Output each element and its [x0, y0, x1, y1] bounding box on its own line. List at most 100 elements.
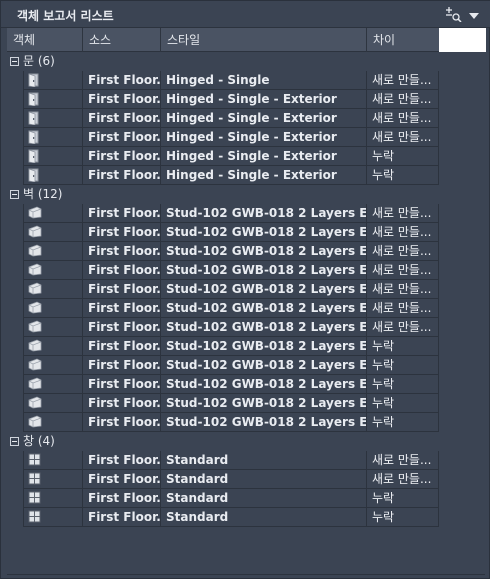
source-cell[interactable]: First Floor...	[83, 166, 161, 185]
object-cell[interactable]	[23, 147, 83, 166]
difference-cell[interactable]: 누락	[367, 147, 439, 166]
object-cell[interactable]	[23, 470, 83, 489]
group-header[interactable]: 벽 (12)	[7, 185, 439, 204]
column-header-source[interactable]: 소스	[83, 28, 161, 52]
source-cell[interactable]: First Floor...	[83, 394, 161, 413]
style-cell[interactable]: Stud-102 GWB-018 2 Layers Ea...	[161, 261, 367, 280]
difference-cell[interactable]: 새로 만들...	[367, 451, 439, 470]
difference-cell[interactable]: 누락	[367, 413, 439, 432]
object-cell[interactable]	[23, 356, 83, 375]
table-row[interactable]: First Floor...Standard누락	[7, 489, 439, 508]
style-cell[interactable]: Stud-102 GWB-018 2 Layers Ea...	[161, 280, 367, 299]
difference-cell[interactable]: 새로 만들...	[367, 280, 439, 299]
style-cell[interactable]: Hinged - Single - Exterior	[161, 147, 367, 166]
source-cell[interactable]: First Floor...	[83, 451, 161, 470]
source-cell[interactable]: First Floor...	[83, 261, 161, 280]
style-cell[interactable]: Stud-102 GWB-018 2 Layers Ea...	[161, 318, 367, 337]
difference-cell[interactable]: 새로 만들...	[367, 128, 439, 147]
table-row[interactable]: First Floor...Hinged - Single - Exterior…	[7, 128, 439, 147]
style-cell[interactable]: Hinged - Single - Exterior	[161, 166, 367, 185]
style-cell[interactable]: Stud-102 GWB-018 2 Layers Ea...	[161, 299, 367, 318]
difference-cell[interactable]: 새로 만들...	[367, 318, 439, 337]
collapse-toggle-icon[interactable]	[10, 57, 19, 66]
table-row[interactable]: First Floor...Standard새로 만들...	[7, 470, 439, 489]
source-cell[interactable]: First Floor...	[83, 109, 161, 128]
table-row[interactable]: First Floor...Stud-102 GWB-018 2 Layers …	[7, 242, 439, 261]
style-cell[interactable]: Stud-102 GWB-018 2 Layers Ea...	[161, 394, 367, 413]
style-cell[interactable]: Standard	[161, 508, 367, 527]
table-row[interactable]: First Floor...Stud-102 GWB-018 2 Layers …	[7, 394, 439, 413]
style-cell[interactable]: Stud-102 GWB-018 2 Layers Ea...	[161, 242, 367, 261]
difference-cell[interactable]: 새로 만들...	[367, 470, 439, 489]
table-row[interactable]: First Floor...Standard새로 만들...	[7, 451, 439, 470]
object-cell[interactable]	[23, 318, 83, 337]
source-cell[interactable]: First Floor...	[83, 508, 161, 527]
source-cell[interactable]: First Floor...	[83, 337, 161, 356]
style-cell[interactable]: Stud-102 GWB-018 2 Layers Ea...	[161, 223, 367, 242]
table-row[interactable]: First Floor...Stud-102 GWB-018 2 Layers …	[7, 413, 439, 432]
style-cell[interactable]: Stud-102 GWB-018 2 Layers Ea...	[161, 356, 367, 375]
source-cell[interactable]: First Floor...	[83, 489, 161, 508]
object-cell[interactable]	[23, 299, 83, 318]
difference-cell[interactable]: 새로 만들...	[367, 204, 439, 223]
style-cell[interactable]: Stud-102 GWB-018 2 Layers Ea...	[161, 375, 367, 394]
object-cell[interactable]	[23, 109, 83, 128]
difference-cell[interactable]: 새로 만들...	[367, 261, 439, 280]
difference-cell[interactable]: 새로 만들...	[367, 242, 439, 261]
difference-cell[interactable]: 새로 만들...	[367, 90, 439, 109]
source-cell[interactable]: First Floor...	[83, 223, 161, 242]
table-row[interactable]: First Floor...Standard누락	[7, 508, 439, 527]
object-cell[interactable]	[23, 280, 83, 299]
source-cell[interactable]: First Floor...	[83, 90, 161, 109]
group-header[interactable]: 창 (4)	[7, 432, 439, 451]
column-header-difference[interactable]: 차이	[367, 28, 439, 52]
table-row[interactable]: First Floor...Hinged - Single - Exterior…	[7, 109, 439, 128]
style-cell[interactable]: Stud-102 GWB-018 2 Layers Ea...	[161, 413, 367, 432]
column-header-style[interactable]: 스타일	[161, 28, 367, 52]
table-row[interactable]: First Floor...Stud-102 GWB-018 2 Layers …	[7, 375, 439, 394]
style-cell[interactable]: Standard	[161, 489, 367, 508]
difference-cell[interactable]: 새로 만들...	[367, 299, 439, 318]
source-cell[interactable]: First Floor...	[83, 356, 161, 375]
style-cell[interactable]: Standard	[161, 451, 367, 470]
table-row[interactable]: First Floor...Stud-102 GWB-018 2 Layers …	[7, 318, 439, 337]
difference-cell[interactable]: 새로 만들...	[367, 109, 439, 128]
object-cell[interactable]	[23, 242, 83, 261]
style-cell[interactable]: Stud-102 GWB-018 2 Layers Ea...	[161, 204, 367, 223]
object-cell[interactable]	[23, 394, 83, 413]
object-cell[interactable]	[23, 166, 83, 185]
collapse-toggle-icon[interactable]	[10, 190, 19, 199]
object-cell[interactable]	[23, 261, 83, 280]
object-cell[interactable]	[23, 451, 83, 470]
table-row[interactable]: First Floor...Stud-102 GWB-018 2 Layers …	[7, 280, 439, 299]
source-cell[interactable]: First Floor...	[83, 299, 161, 318]
table-row[interactable]: First Floor...Hinged - Single - Exterior…	[7, 90, 439, 109]
table-row[interactable]: First Floor...Hinged - Single - Exterior…	[7, 147, 439, 166]
style-cell[interactable]: Hinged - Single - Exterior	[161, 128, 367, 147]
difference-cell[interactable]: 누락	[367, 166, 439, 185]
style-cell[interactable]: Stud-102 GWB-018 2 Layers Ea...	[161, 337, 367, 356]
style-cell[interactable]: Hinged - Single	[161, 71, 367, 90]
table-row[interactable]: First Floor...Stud-102 GWB-018 2 Layers …	[7, 223, 439, 242]
source-cell[interactable]: First Floor...	[83, 280, 161, 299]
table-row[interactable]: First Floor...Stud-102 GWB-018 2 Layers …	[7, 204, 439, 223]
difference-cell[interactable]: 누락	[367, 394, 439, 413]
table-row[interactable]: First Floor...Stud-102 GWB-018 2 Layers …	[7, 261, 439, 280]
filter-search-icon[interactable]	[445, 6, 463, 23]
source-cell[interactable]: First Floor...	[83, 147, 161, 166]
difference-cell[interactable]: 누락	[367, 375, 439, 394]
object-cell[interactable]	[23, 508, 83, 527]
object-cell[interactable]	[23, 375, 83, 394]
difference-cell[interactable]: 누락	[367, 489, 439, 508]
table-row[interactable]: First Floor...Hinged - Single - Exterior…	[7, 166, 439, 185]
object-cell[interactable]	[23, 204, 83, 223]
difference-cell[interactable]: 누락	[367, 337, 439, 356]
source-cell[interactable]: First Floor...	[83, 71, 161, 90]
column-header-object[interactable]: 객체	[7, 28, 83, 52]
object-cell[interactable]	[23, 337, 83, 356]
style-cell[interactable]: Hinged - Single - Exterior	[161, 109, 367, 128]
source-cell[interactable]: First Floor...	[83, 242, 161, 261]
object-cell[interactable]	[23, 90, 83, 109]
object-cell[interactable]	[23, 71, 83, 90]
difference-cell[interactable]: 새로 만들...	[367, 71, 439, 90]
